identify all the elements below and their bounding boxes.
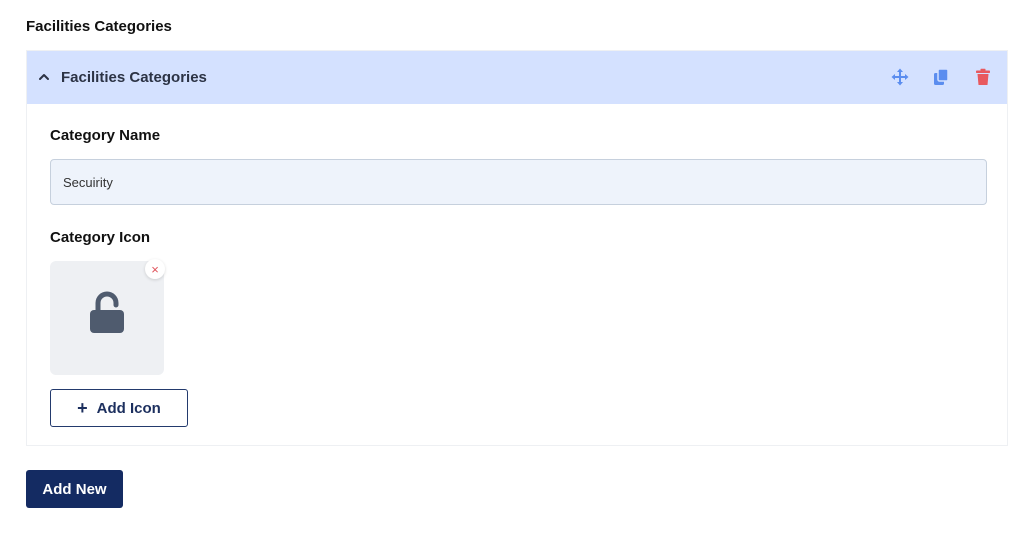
icon-preview: × [50, 259, 165, 375]
add-new-button[interactable]: Add New [26, 470, 123, 508]
plus-icon: + [77, 398, 88, 418]
repeater-item: Facilities Categories Category Name Cate… [26, 50, 1008, 446]
category-icon-label: Category Icon [50, 229, 151, 246]
repeater-header-title: Facilities Categories [61, 69, 207, 86]
duplicate-icon[interactable] [932, 68, 950, 86]
category-name-label: Category Name [50, 127, 161, 144]
repeater-header[interactable]: Facilities Categories [27, 51, 1007, 104]
remove-icon[interactable]: × [145, 259, 165, 279]
add-icon-label: Add Icon [96, 399, 161, 417]
lock-open-icon [90, 291, 124, 333]
section-title: Facilities Categories [26, 18, 172, 35]
move-icon[interactable] [891, 68, 909, 86]
trash-icon[interactable] [974, 68, 992, 86]
category-name-input[interactable] [50, 159, 987, 205]
chevron-up-icon[interactable] [37, 70, 51, 84]
add-icon-button[interactable]: + Add Icon [50, 389, 188, 427]
